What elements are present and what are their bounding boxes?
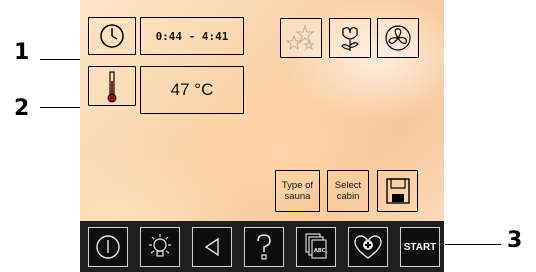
- power-button[interactable]: [88, 227, 128, 267]
- flower-program-button[interactable]: [329, 18, 371, 58]
- back-button[interactable]: [192, 227, 232, 267]
- back-arrow-icon: [204, 237, 219, 257]
- help-icon: [257, 234, 271, 260]
- callout-2: 2: [14, 96, 30, 121]
- health-button[interactable]: [348, 227, 388, 267]
- callout-3: 3: [507, 228, 523, 253]
- clock-icon: [100, 24, 124, 48]
- callout-line-3: [445, 244, 501, 245]
- start-button[interactable]: START: [400, 227, 440, 267]
- callout-1: 1: [14, 40, 30, 65]
- language-pages-icon: ABC: [305, 233, 327, 259]
- temperature-display[interactable]: 47 °C: [140, 66, 244, 114]
- start-label: START: [403, 241, 437, 253]
- thermometer-icon: [107, 71, 117, 103]
- fan-program-button[interactable]: [377, 18, 419, 58]
- svg-text:ABC: ABC: [314, 248, 326, 254]
- stars-icon: [285, 24, 315, 51]
- select-cabin-button[interactable]: Select cabin: [327, 170, 369, 212]
- save-button[interactable]: [377, 170, 418, 212]
- type-of-sauna-label: Type of sauna: [281, 180, 314, 202]
- power-icon: [96, 235, 120, 259]
- thermometer-tile[interactable]: [88, 66, 136, 106]
- heart-plus-icon: [354, 235, 382, 259]
- select-cabin-label: Select cabin: [334, 180, 362, 202]
- language-button[interactable]: ABC: [296, 227, 336, 267]
- floppy-disk-icon: [385, 178, 410, 204]
- fan-icon: [385, 25, 411, 51]
- light-bulb-icon: [149, 234, 171, 257]
- type-of-sauna-button[interactable]: Type of sauna: [275, 170, 320, 212]
- help-button[interactable]: [244, 227, 284, 267]
- flower-icon: [341, 27, 359, 51]
- light-button[interactable]: [140, 227, 180, 267]
- stars-program-button[interactable]: [280, 18, 322, 58]
- time-range-display[interactable]: 0:44 - 4:41: [140, 17, 244, 55]
- clock-tile[interactable]: [88, 17, 136, 55]
